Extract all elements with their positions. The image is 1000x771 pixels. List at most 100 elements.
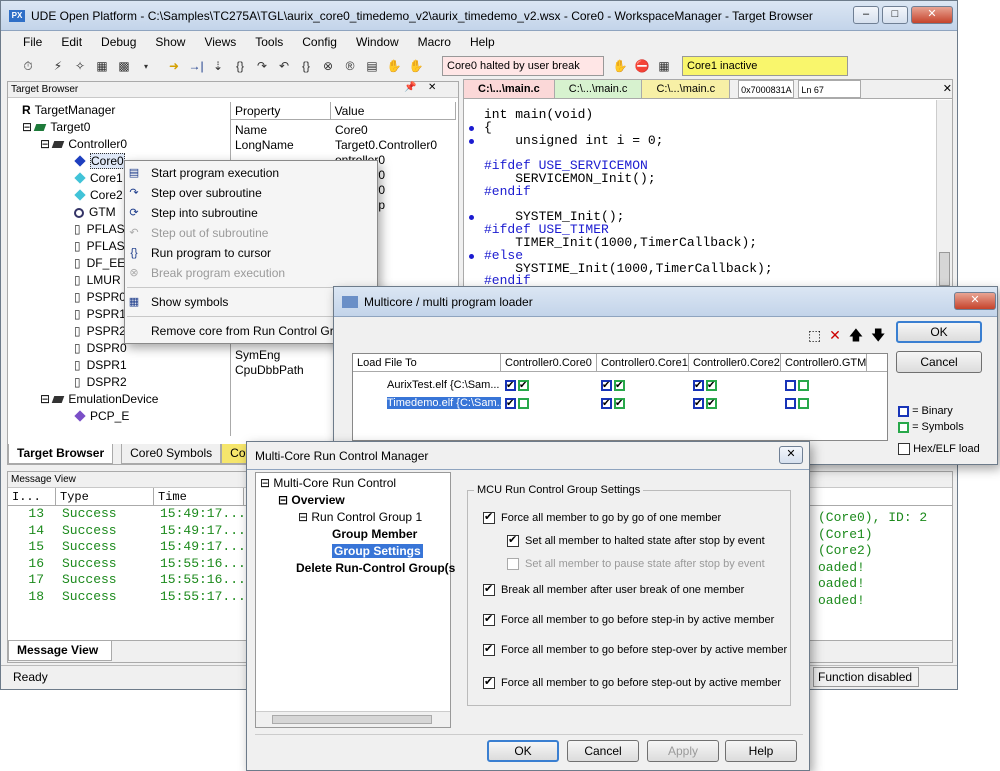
value-header[interactable]: Value	[331, 102, 456, 119]
pin-icon[interactable]: 📌	[404, 82, 416, 93]
symbols-checkbox[interactable]	[706, 395, 717, 413]
option-checkbox[interactable]	[483, 675, 495, 690]
binary-checkbox[interactable]	[505, 395, 516, 413]
msg-header-type[interactable]: Type	[56, 488, 154, 505]
loader-file-row[interactable]: Timedemo.elf {C:\Sam...	[353, 394, 887, 413]
run-control-option[interactable]: Set all member to halted state after sto…	[507, 533, 765, 548]
tree-item-target-manager[interactable]: R TargetManager	[12, 102, 232, 119]
option-checkbox[interactable]	[483, 510, 495, 525]
code-area[interactable]: int main(void){ unsigned int i = 0; #ifde…	[464, 108, 934, 287]
menu-macro[interactable]: Macro	[410, 35, 462, 49]
loader-close-button[interactable]: ✕	[954, 292, 996, 310]
tree-item-settings[interactable]: Group Settings	[256, 543, 450, 560]
hex-elf-checkbox[interactable]	[898, 443, 910, 456]
symbols-checkbox[interactable]	[518, 377, 529, 395]
symbols-checkbox[interactable]	[614, 377, 625, 395]
tree-item-root[interactable]: ⊟ Multi-Core Run Control	[256, 475, 450, 492]
main-titlebar[interactable]: PX UDE Open Platform - C:\Samples\TC275A…	[1, 1, 957, 31]
menu-edit[interactable]: Edit	[53, 35, 93, 49]
loader-cancel-button[interactable]: Cancel	[896, 351, 982, 373]
context-menu-item[interactable]: ⊗ Break program execution	[125, 263, 377, 283]
rc-cancel-button[interactable]: Cancel	[567, 740, 639, 762]
binary-checkbox[interactable]	[785, 397, 796, 409]
symbols-checkbox[interactable]	[706, 377, 717, 395]
breakpoint-marker-icon[interactable]	[469, 125, 474, 131]
tree-item-pcp[interactable]: PCP_E	[12, 408, 232, 425]
binary-checkbox[interactable]	[693, 377, 704, 395]
menu-config[interactable]: Config	[294, 35, 348, 49]
rc-apply-button[interactable]: Apply	[647, 740, 719, 762]
option-checkbox[interactable]	[483, 612, 495, 627]
menu-window[interactable]: Window	[348, 35, 410, 49]
wand2-icon[interactable]: ✧	[71, 57, 89, 75]
list-icon[interactable]: ▤	[363, 57, 381, 75]
loader-file-row[interactable]: AurixTest.elf {C:\Sam...	[353, 376, 887, 395]
binary-checkbox[interactable]	[601, 377, 612, 395]
wand-icon[interactable]: ⚡	[49, 57, 67, 75]
menu-help[interactable]: Help	[462, 35, 506, 49]
editor-tab-2[interactable]: C:\...\main.c	[554, 80, 643, 98]
go-icon[interactable]: ➜	[165, 57, 183, 75]
minimize-button[interactable]: –	[853, 6, 879, 24]
run-control-option[interactable]: Force all member to go before step-out b…	[483, 675, 781, 690]
clock-icon[interactable]: ⏱	[19, 57, 37, 75]
msg-header-id[interactable]: I...	[8, 488, 56, 505]
menu-show[interactable]: Show	[147, 35, 196, 49]
maximize-button[interactable]: □	[882, 6, 908, 24]
option-checkbox[interactable]	[483, 642, 495, 657]
tree-item-node[interactable]: ▯ DSPR1	[12, 357, 232, 374]
binary-checkbox[interactable]	[505, 377, 516, 395]
tree-hscroll[interactable]	[256, 711, 450, 727]
break-icon[interactable]: ⊗	[319, 57, 337, 75]
tree-item-member[interactable]: Group Member	[256, 526, 450, 543]
editor-tab-1[interactable]: C:\...\main.c	[464, 80, 555, 98]
run-to-icon[interactable]: →|	[187, 57, 205, 75]
tree-item-target0[interactable]: ⊟ Target0	[12, 119, 232, 136]
menu-views[interactable]: Views	[196, 35, 247, 49]
run-control-option[interactable]: Set all member to pause state after stop…	[507, 558, 765, 571]
menu-file[interactable]: File	[15, 35, 53, 49]
braces-icon[interactable]: {}	[297, 57, 315, 75]
context-menu-item[interactable]: ▤ Start program execution	[125, 163, 377, 183]
hand-icon[interactable]: ✋	[385, 57, 403, 75]
loader-column-header[interactable]: Controller0.GTM	[781, 354, 867, 371]
chip2-icon[interactable]: ▩	[115, 57, 133, 75]
option-checkbox[interactable]	[507, 533, 519, 548]
tree-item-controller0[interactable]: ⊟ Controller0	[12, 136, 232, 153]
loader-ok-button[interactable]: OK	[896, 321, 982, 343]
loader-column-header[interactable]: Controller0.Core1	[597, 354, 689, 371]
loader-titlebar[interactable]: Multicore / multi program loader ✕	[334, 287, 997, 317]
symbols-checkbox[interactable]	[798, 397, 809, 409]
tab-message-view[interactable]: Message View	[8, 641, 112, 661]
symbols-checkbox[interactable]	[518, 397, 529, 409]
step-into-icon[interactable]: {}	[231, 57, 249, 75]
symbols-checkbox[interactable]	[614, 395, 625, 413]
panel-close-icon[interactable]: ✕	[428, 82, 436, 93]
msg-header-time[interactable]: Time	[154, 488, 244, 505]
context-menu-item[interactable]: ↷ Step over subroutine	[125, 183, 377, 203]
step-out-icon[interactable]: ↶	[275, 57, 293, 75]
option-checkbox[interactable]	[507, 558, 519, 571]
run-control-titlebar[interactable]: Multi-Core Run Control Manager ✕	[247, 442, 809, 470]
tab-target-browser[interactable]: Target Browser	[8, 444, 114, 464]
loader-column-header[interactable]: Controller0.Core0	[501, 354, 597, 371]
breakpoint-marker-icon[interactable]	[469, 215, 474, 221]
tree-item-delete[interactable]: Delete Run-Control Group(s	[256, 560, 455, 577]
hand2-icon[interactable]: ✋	[407, 57, 425, 75]
run-control-option[interactable]: Break all member after user break of one…	[483, 582, 744, 597]
up-icon[interactable]: 🡅	[849, 327, 863, 343]
tree-item-group[interactable]: ⊟ Run Control Group 1	[256, 509, 450, 526]
breakpoint-marker-icon[interactable]	[469, 253, 474, 259]
reset-icon[interactable]: ®	[341, 57, 359, 75]
binary-checkbox[interactable]	[693, 395, 704, 413]
chip-status-icon[interactable]: ▦	[655, 57, 673, 75]
editor-close-icon[interactable]: ✕	[943, 80, 952, 98]
step-icon[interactable]: ⇣	[209, 57, 227, 75]
dropdown-icon[interactable]: ▾	[137, 57, 155, 75]
property-row[interactable]: LongName Target0.Controller0	[231, 138, 455, 153]
loader-column-header[interactable]: Controller0.Core2	[689, 354, 781, 371]
run-control-option[interactable]: Force all member to go before step-in by…	[483, 612, 774, 627]
property-header[interactable]: Property	[231, 102, 331, 119]
symbols-checkbox[interactable]	[798, 379, 809, 391]
tree-item-node[interactable]: ▯ DSPR2	[12, 374, 232, 391]
